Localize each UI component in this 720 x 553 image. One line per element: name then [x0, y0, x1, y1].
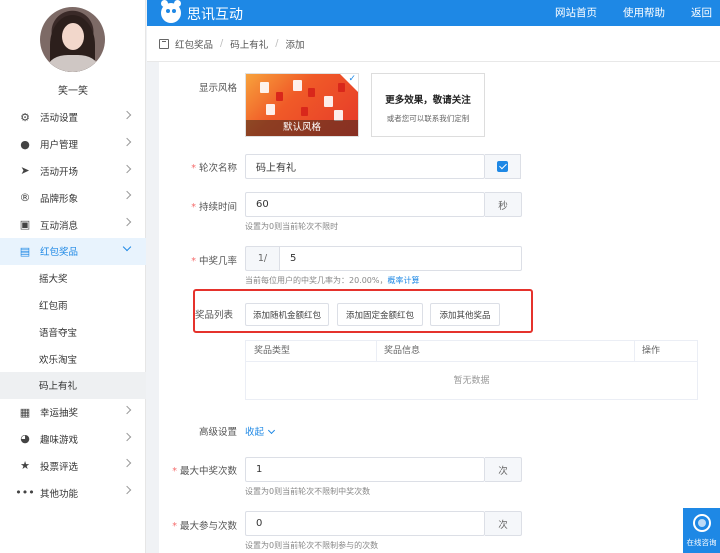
more-icon: •••: [15, 486, 35, 500]
breadcrumb-item: 添加: [285, 39, 305, 51]
headset-icon: [692, 514, 711, 532]
duration-unit: 秒: [485, 192, 522, 217]
prize-list-label: 奖品列表: [195, 310, 234, 321]
username: 笑一笑: [58, 86, 88, 97]
table-header-info: 奖品信息: [384, 346, 421, 356]
style-label: 显示风格: [198, 83, 237, 94]
chevron-right-icon: [122, 432, 132, 441]
max-win-unit: 次: [485, 457, 522, 482]
add-other-prize-button[interactable]: 添加其他奖品: [430, 303, 500, 326]
max-join-unit: 次: [485, 511, 522, 536]
max-win-input[interactable]: 1: [245, 457, 485, 482]
nav-help-link[interactable]: 使用帮助: [623, 5, 665, 20]
duration-label: * 持续时间: [191, 202, 237, 213]
sidebar-subitem-code-gift[interactable]: 码上有礼: [0, 371, 146, 399]
sidebar-item-red-packet-prizes[interactable]: ▤ 红包奖品: [0, 237, 146, 265]
gear-icon: ⚙: [20, 110, 30, 124]
sidebar-item-activity-settings[interactable]: ⚙ 活动设置: [0, 104, 146, 131]
max-join-input[interactable]: 0: [245, 511, 485, 536]
chevron-right-icon: [122, 164, 132, 173]
round-name-label: * 轮次名称: [191, 163, 237, 174]
max-join-label: * 最大参与次数: [172, 521, 237, 532]
round-name-input[interactable]: 码上有礼: [245, 154, 485, 179]
max-win-label: * 最大中奖次数: [172, 466, 237, 477]
sidebar-item-interactive-messages[interactable]: ▣ 互动消息: [0, 211, 146, 238]
sidebar-subitem-red-packet-rain[interactable]: 红包雨: [0, 292, 146, 319]
chevron-right-icon: [122, 405, 132, 415]
sidebar-item-lucky-draw[interactable]: ▦ 幸运抽奖: [0, 399, 146, 426]
sidebar-item-other-features[interactable]: ••• 其他功能: [0, 479, 146, 506]
round-name-checkbox[interactable]: [485, 154, 521, 179]
form-panel: 显示风格 ✓ 默认风格 更多效果，敬请关注 或者您可以联系我们定制 * 轮次名称 …: [159, 62, 720, 553]
table-header-action: 操作: [642, 346, 661, 356]
sidebar-item-user-management[interactable]: ● 用户管理: [0, 131, 146, 158]
breadcrumb-icon: [159, 38, 169, 49]
advanced-settings-label: 高级设置: [198, 427, 237, 438]
more-styles-card: 更多效果，敬请关注 或者您可以联系我们定制: [371, 73, 485, 137]
check-icon: ✓: [348, 74, 356, 84]
breadcrumb: 红包奖品 / 码上有礼 / 添加: [147, 26, 720, 62]
duration-input[interactable]: 60: [245, 192, 485, 217]
max-win-hint: 设置为0则当前轮次不限制中奖次数: [245, 487, 371, 496]
chevron-right-icon: [122, 459, 132, 468]
table-empty-text: 暂无数据: [453, 376, 490, 386]
online-consult-label: 在线咨询: [686, 538, 717, 547]
game-icon: ◕: [20, 432, 30, 446]
chevron-right-icon: [122, 137, 132, 147]
chevron-right-icon: [122, 110, 132, 120]
nav-home-link[interactable]: 网站首页: [555, 5, 597, 20]
brand-name: 思讯互动: [187, 7, 243, 23]
top-bar: 思讯互动 网站首页 使用帮助 返回: [147, 0, 720, 26]
sidebar-item-brand-image[interactable]: ® 品牌形象: [0, 184, 146, 211]
avatar[interactable]: [40, 7, 105, 72]
sidebar-subitem-happy-taobao[interactable]: 欢乐淘宝: [0, 345, 146, 372]
breadcrumb-item[interactable]: 红包奖品: [175, 37, 213, 51]
chevron-right-icon: [122, 191, 132, 200]
style-card-default[interactable]: ✓ 默认风格: [245, 73, 359, 137]
add-fixed-red-packet-button[interactable]: 添加固定金额红包: [337, 303, 423, 326]
chevron-down-icon: [122, 242, 132, 252]
lottery-icon: ▦: [19, 405, 31, 419]
win-rate-input[interactable]: 5: [279, 246, 522, 271]
logo-icon: [161, 0, 181, 23]
sidebar-item-voting[interactable]: ★ 投票评选: [0, 452, 146, 479]
table-header-type: 奖品类型: [254, 346, 291, 356]
top-nav: 网站首页 使用帮助 返回: [529, 5, 712, 20]
checkbox-checked-icon: [497, 161, 508, 172]
chevron-right-icon: [122, 485, 132, 495]
more-styles-subtitle: 或者您可以联系我们定制: [386, 114, 470, 123]
message-icon: ▣: [19, 218, 31, 232]
sidebar: 笑一笑 ⚙ 活动设置 ● 用户管理 ➤ 活动开场 ® 品牌形象 ▣ 互动消息 ▤: [0, 0, 146, 553]
breadcrumb-item[interactable]: 码上有礼: [230, 37, 268, 51]
add-random-red-packet-button[interactable]: 添加随机金额红包: [245, 303, 329, 326]
registered-icon: ®: [19, 191, 31, 205]
star-icon: ★: [20, 459, 30, 473]
win-rate-prefix: 1/: [245, 246, 279, 271]
probability-calc-link[interactable]: 概率计算: [388, 276, 420, 285]
duration-hint: 设置为0则当前轮次不限时: [245, 222, 339, 231]
chevron-down-icon: [267, 426, 276, 435]
sidebar-subitem-shake-prize[interactable]: 摇大奖: [0, 265, 146, 292]
sidebar-menu: ⚙ 活动设置 ● 用户管理 ➤ 活动开场 ® 品牌形象 ▣ 互动消息 ▤ 红包奖…: [0, 104, 146, 506]
max-join-hint: 设置为0则当前轮次不限制参与的次数: [245, 541, 379, 550]
sidebar-subitem-voice-treasure[interactable]: 语音夺宝: [0, 318, 146, 345]
prize-table: 奖品类型 奖品信息 操作 暂无数据: [245, 340, 698, 400]
sidebar-item-activity-opening[interactable]: ➤ 活动开场: [0, 158, 146, 185]
more-styles-title: 更多效果，敬请关注: [385, 95, 471, 106]
win-rate-hint: 当前每位用户的中奖几率为：20.00%，概率计算: [245, 276, 420, 285]
win-rate-label: * 中奖几率: [191, 256, 237, 267]
user-icon: ●: [20, 137, 30, 151]
online-consult-button[interactable]: 在线咨询: [683, 508, 720, 553]
sidebar-item-fun-games[interactable]: ◕ 趣味游戏: [0, 426, 146, 453]
red-packet-icon: ▤: [19, 244, 31, 258]
nav-back-link[interactable]: 返回: [691, 5, 712, 20]
style-card-label: 默认风格: [246, 120, 358, 136]
collapse-toggle[interactable]: 收起: [245, 424, 276, 438]
send-icon: ➤: [20, 164, 30, 178]
chevron-right-icon: [122, 217, 132, 227]
